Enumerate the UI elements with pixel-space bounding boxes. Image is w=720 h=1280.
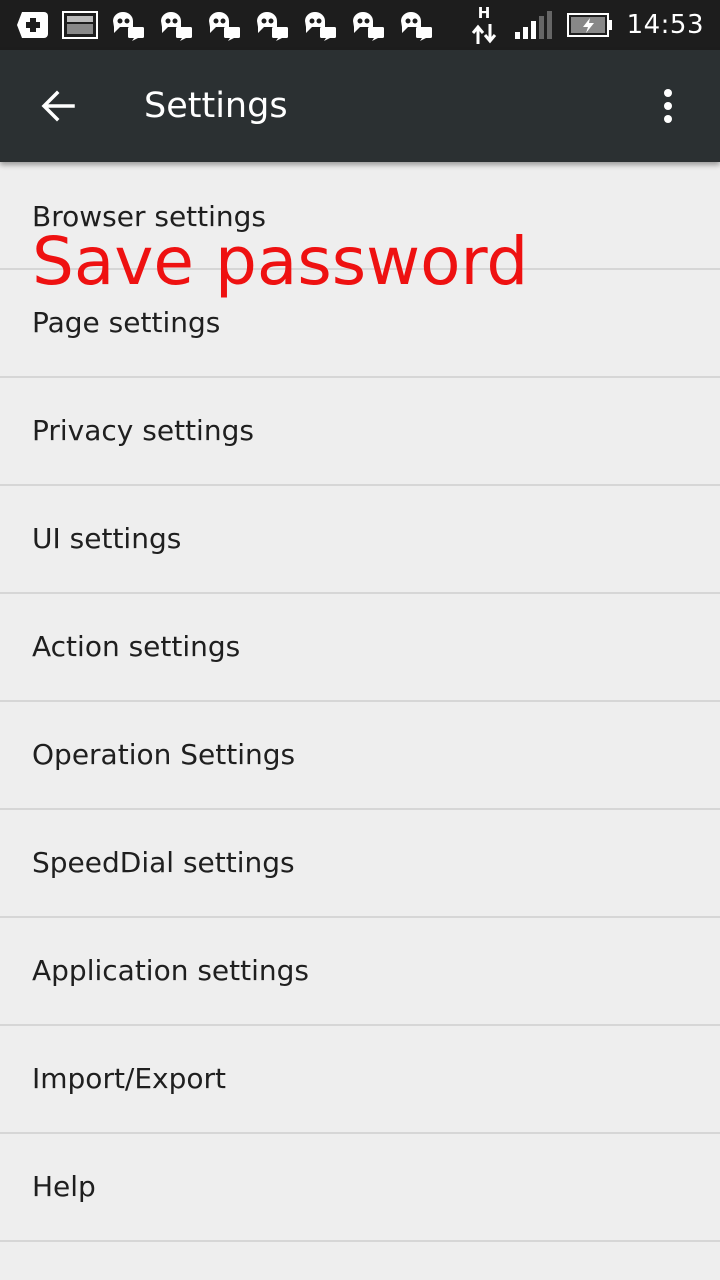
arrow-back-icon (41, 90, 75, 122)
chat-icon (257, 12, 288, 41)
chat-icon (353, 12, 384, 41)
settings-item-operation[interactable]: Operation Settings (0, 702, 720, 810)
add-box-icon (17, 12, 48, 38)
settings-item-import-export[interactable]: Import/Export (0, 1026, 720, 1134)
settings-list: Browser settings Page settings Privacy s… (0, 162, 720, 1242)
back-button[interactable] (26, 74, 90, 138)
settings-item-application[interactable]: Application settings (0, 918, 720, 1026)
settings-item-label: Action settings (32, 630, 241, 663)
chat-icon (401, 12, 432, 41)
settings-item-label: Help (32, 1170, 96, 1203)
save-password-annotation: Save password (32, 223, 529, 300)
settings-item-label: Operation Settings (32, 738, 296, 771)
page-title: Settings (144, 86, 288, 126)
signal-icon (514, 11, 552, 39)
chat-icon (113, 12, 144, 41)
settings-item-ui[interactable]: UI settings (0, 486, 720, 594)
notification-icons (16, 0, 434, 50)
chat-icon (305, 12, 336, 41)
more-vert-icon (664, 89, 672, 123)
chat-icon (209, 12, 240, 41)
settings-item-label: Application settings (32, 954, 310, 987)
settings-item-label: Privacy settings (32, 414, 254, 447)
battery-charging-icon (566, 13, 612, 37)
settings-item-label: SpeedDial settings (32, 846, 295, 879)
image-icon (62, 11, 98, 39)
settings-item-label: Import/Export (32, 1062, 227, 1095)
overflow-menu-button[interactable] (636, 74, 700, 138)
data-transfer-icon: H (471, 4, 496, 44)
status-indicators: H 14:53 (469, 0, 704, 50)
network-type-label: H (477, 4, 490, 22)
clock: 14:53 (626, 10, 704, 40)
app-bar: Settings (0, 50, 720, 162)
settings-item-speeddial[interactable]: SpeedDial settings (0, 810, 720, 918)
status-bar: H 14:53 (0, 0, 720, 50)
chat-icon (161, 12, 192, 41)
settings-item-label: UI settings (32, 522, 182, 555)
settings-item-help[interactable]: Help (0, 1134, 720, 1242)
settings-item-privacy[interactable]: Privacy settings (0, 378, 720, 486)
settings-item-action[interactable]: Action settings (0, 594, 720, 702)
